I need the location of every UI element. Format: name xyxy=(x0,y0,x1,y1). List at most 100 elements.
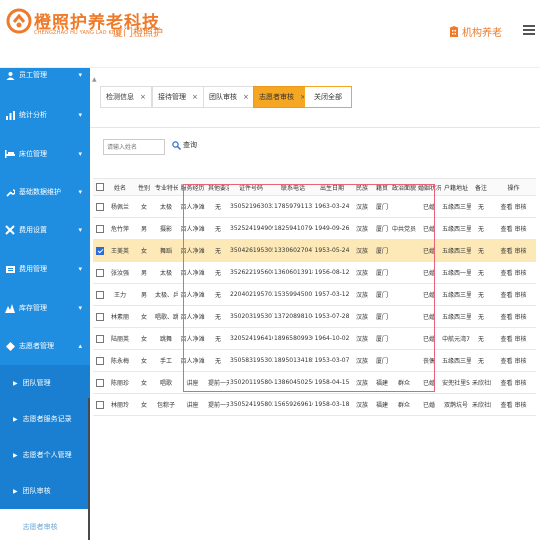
row-select-cell[interactable] xyxy=(93,195,106,218)
table-row[interactable]: 陈永梅女手工百人净滩无35058319530307118950134185195… xyxy=(93,349,536,372)
table-cell: 女 xyxy=(134,239,154,262)
row-checkbox[interactable] xyxy=(95,400,104,409)
sidebar-item-fee-management[interactable]: 费用管理 ▾ xyxy=(0,250,90,288)
table-row[interactable]: 林素丽女唱歌、跳百人净滩无350203195307280137208981041… xyxy=(93,305,536,328)
table-cell: 百人净滩 xyxy=(178,195,207,218)
org-care-link[interactable]: 机构养老 xyxy=(449,24,502,39)
tabs-scroll-left-icon[interactable]: ▲ xyxy=(92,76,97,83)
tab-reception[interactable]: 接待管理 × xyxy=(152,86,204,108)
close-icon[interactable]: × xyxy=(192,93,198,101)
sidebar-item-inventory[interactable]: 库存管理 ▾ xyxy=(0,289,90,327)
table-cell: 林素丽 xyxy=(106,305,134,328)
tab-detection-info[interactable]: 检测信息 × xyxy=(100,86,152,108)
close-icon[interactable]: × xyxy=(140,93,146,101)
row-actions[interactable]: 查看 审核 xyxy=(491,371,536,394)
row-select-cell[interactable] xyxy=(93,217,106,240)
table-cell: 汉族 xyxy=(351,239,373,262)
name-search-input[interactable] xyxy=(103,139,165,155)
menu-toggle-icon[interactable] xyxy=(523,25,535,35)
row-select-cell[interactable] xyxy=(93,393,106,416)
column-header: 其他要求 xyxy=(207,178,229,196)
row-actions[interactable]: 查看 审核 xyxy=(491,217,536,240)
row-checkbox[interactable] xyxy=(95,202,104,211)
table-row[interactable]: 杨佩兰女太极百人净滩无35052196303243917859791131196… xyxy=(93,195,536,218)
row-select-cell[interactable] xyxy=(93,239,106,262)
sidebar-item-basedata[interactable]: 基础数据维护 ▾ xyxy=(0,173,90,211)
sidebar-item-label: 基础数据维护 xyxy=(19,188,61,196)
row-checkbox[interactable] xyxy=(95,356,104,365)
table-cell: 百人净滩 xyxy=(178,349,207,372)
logo-icon xyxy=(6,8,32,34)
tab-label: 接待管理 xyxy=(158,93,186,101)
sidebar-item-staff[interactable]: 员工管理 ▾ xyxy=(0,68,90,94)
row-checkbox[interactable] xyxy=(95,312,104,321)
table-cell: 百人净滩 xyxy=(178,239,207,262)
tab-label: 检测信息 xyxy=(106,93,134,101)
row-actions[interactable]: 查看 审核 xyxy=(491,239,536,262)
table-cell: 林丽玲 xyxy=(106,393,134,416)
row-actions[interactable]: 查看 审核 xyxy=(491,305,536,328)
row-select-cell[interactable] xyxy=(93,327,106,350)
row-select-cell[interactable] xyxy=(93,349,106,372)
table-row[interactable]: 王力男太极、乒百人净滩无2204021957031241535994500119… xyxy=(93,283,536,306)
table-row[interactable]: 张汝强男太极百人净滩无35262219560812013606013918195… xyxy=(93,261,536,284)
sidebar-item-label: 费用管理 xyxy=(19,265,47,273)
table-cell xyxy=(391,239,417,262)
row-select-cell[interactable] xyxy=(93,283,106,306)
select-all-cell[interactable] xyxy=(93,178,106,196)
chevron-down-icon: ▾ xyxy=(78,226,82,234)
close-icon[interactable]: × xyxy=(243,93,249,101)
table-cell: 男 xyxy=(134,217,154,240)
select-all-checkbox[interactable] xyxy=(95,183,104,191)
row-actions[interactable]: 查看 审核 xyxy=(491,327,536,350)
table-cell: 汉族 xyxy=(351,195,373,218)
sidebar-subitem-individual-management[interactable]: ▶ 志愿者个人管理 xyxy=(0,437,90,473)
table-cell: 五缘西三里 xyxy=(441,217,471,240)
table-cell: 无 xyxy=(471,327,491,350)
row-select-cell[interactable] xyxy=(93,305,106,328)
staff-icon xyxy=(5,70,15,80)
sidebar-subitem-service-records[interactable]: ▶ 志愿者服务记录 xyxy=(0,401,90,437)
row-actions[interactable]: 查看 审核 xyxy=(491,283,536,306)
tab-label: 关闭全部 xyxy=(314,93,342,101)
row-checkbox[interactable] xyxy=(95,378,104,387)
row-actions[interactable]: 查看 审核 xyxy=(491,195,536,218)
sidebar-item-volunteers[interactable]: 志愿者管理 ▴ xyxy=(0,327,90,365)
table-row[interactable]: 王美英女舞蹈百人净滩无35042619530524013306027047195… xyxy=(93,239,536,262)
table-row[interactable]: 陈丽珍女唱歌讲座提前一天3502011958041501386045025619… xyxy=(93,371,536,394)
table-cell xyxy=(391,195,417,218)
table-cell: 汉族 xyxy=(351,217,373,240)
row-checkbox[interactable] xyxy=(95,290,104,299)
row-checkbox[interactable] xyxy=(95,334,104,343)
row-select-cell[interactable] xyxy=(93,261,106,284)
search-button[interactable]: 查询 xyxy=(172,140,197,150)
table-cell xyxy=(391,349,417,372)
table-cell: 15659269616 xyxy=(273,393,313,416)
row-checkbox[interactable] xyxy=(95,224,104,233)
sidebar-item-statistics[interactable]: 统计分析 ▾ xyxy=(0,96,90,134)
table-cell: 350426195305240 xyxy=(229,239,273,262)
table-cell: 百人净滩 xyxy=(178,305,207,328)
row-select-cell[interactable] xyxy=(93,371,106,394)
table-cell: 1953-05-24 xyxy=(313,239,351,262)
row-actions[interactable]: 查看 审核 xyxy=(491,261,536,284)
table-cell: 17859791131 xyxy=(273,195,313,218)
table-row[interactable]: 危竹萍男摄影百人净滩无35252419490926018259410794194… xyxy=(93,217,536,240)
sidebar-item-fee-settings[interactable]: 费用设置 ▾ xyxy=(0,211,90,249)
sidebar-subitem-volunteer-review[interactable]: ▶ 志愿者审核 xyxy=(0,509,90,540)
row-checkbox[interactable] xyxy=(95,268,104,277)
sidebar-item-beds[interactable]: 床位管理 ▾ xyxy=(0,135,90,173)
table-row[interactable]: 林丽玲女包粽子讲座提前一天350524195803180156592696161… xyxy=(93,393,536,416)
tab-team-review[interactable]: 团队审核 × xyxy=(203,86,255,108)
chevron-down-icon: ▾ xyxy=(78,188,82,196)
table-row[interactable]: 陆丽英女跳舞百人净滩无32052419641002018965809930196… xyxy=(93,327,536,350)
row-actions[interactable]: 查看 审核 xyxy=(491,393,536,416)
tools-icon xyxy=(5,225,15,235)
row-checkbox[interactable] xyxy=(95,246,104,255)
close-all-tabs-button[interactable]: 关闭全部 xyxy=(304,86,352,108)
table-cell: 厦门 xyxy=(373,217,391,240)
sidebar-item-label: 床位管理 xyxy=(19,150,47,158)
row-actions[interactable]: 查看 审核 xyxy=(491,349,536,372)
sidebar-subitem-team-review[interactable]: ▶ 团队审核 xyxy=(0,473,90,509)
sidebar-subitem-team-management[interactable]: ▶ 团队管理 xyxy=(0,365,90,401)
